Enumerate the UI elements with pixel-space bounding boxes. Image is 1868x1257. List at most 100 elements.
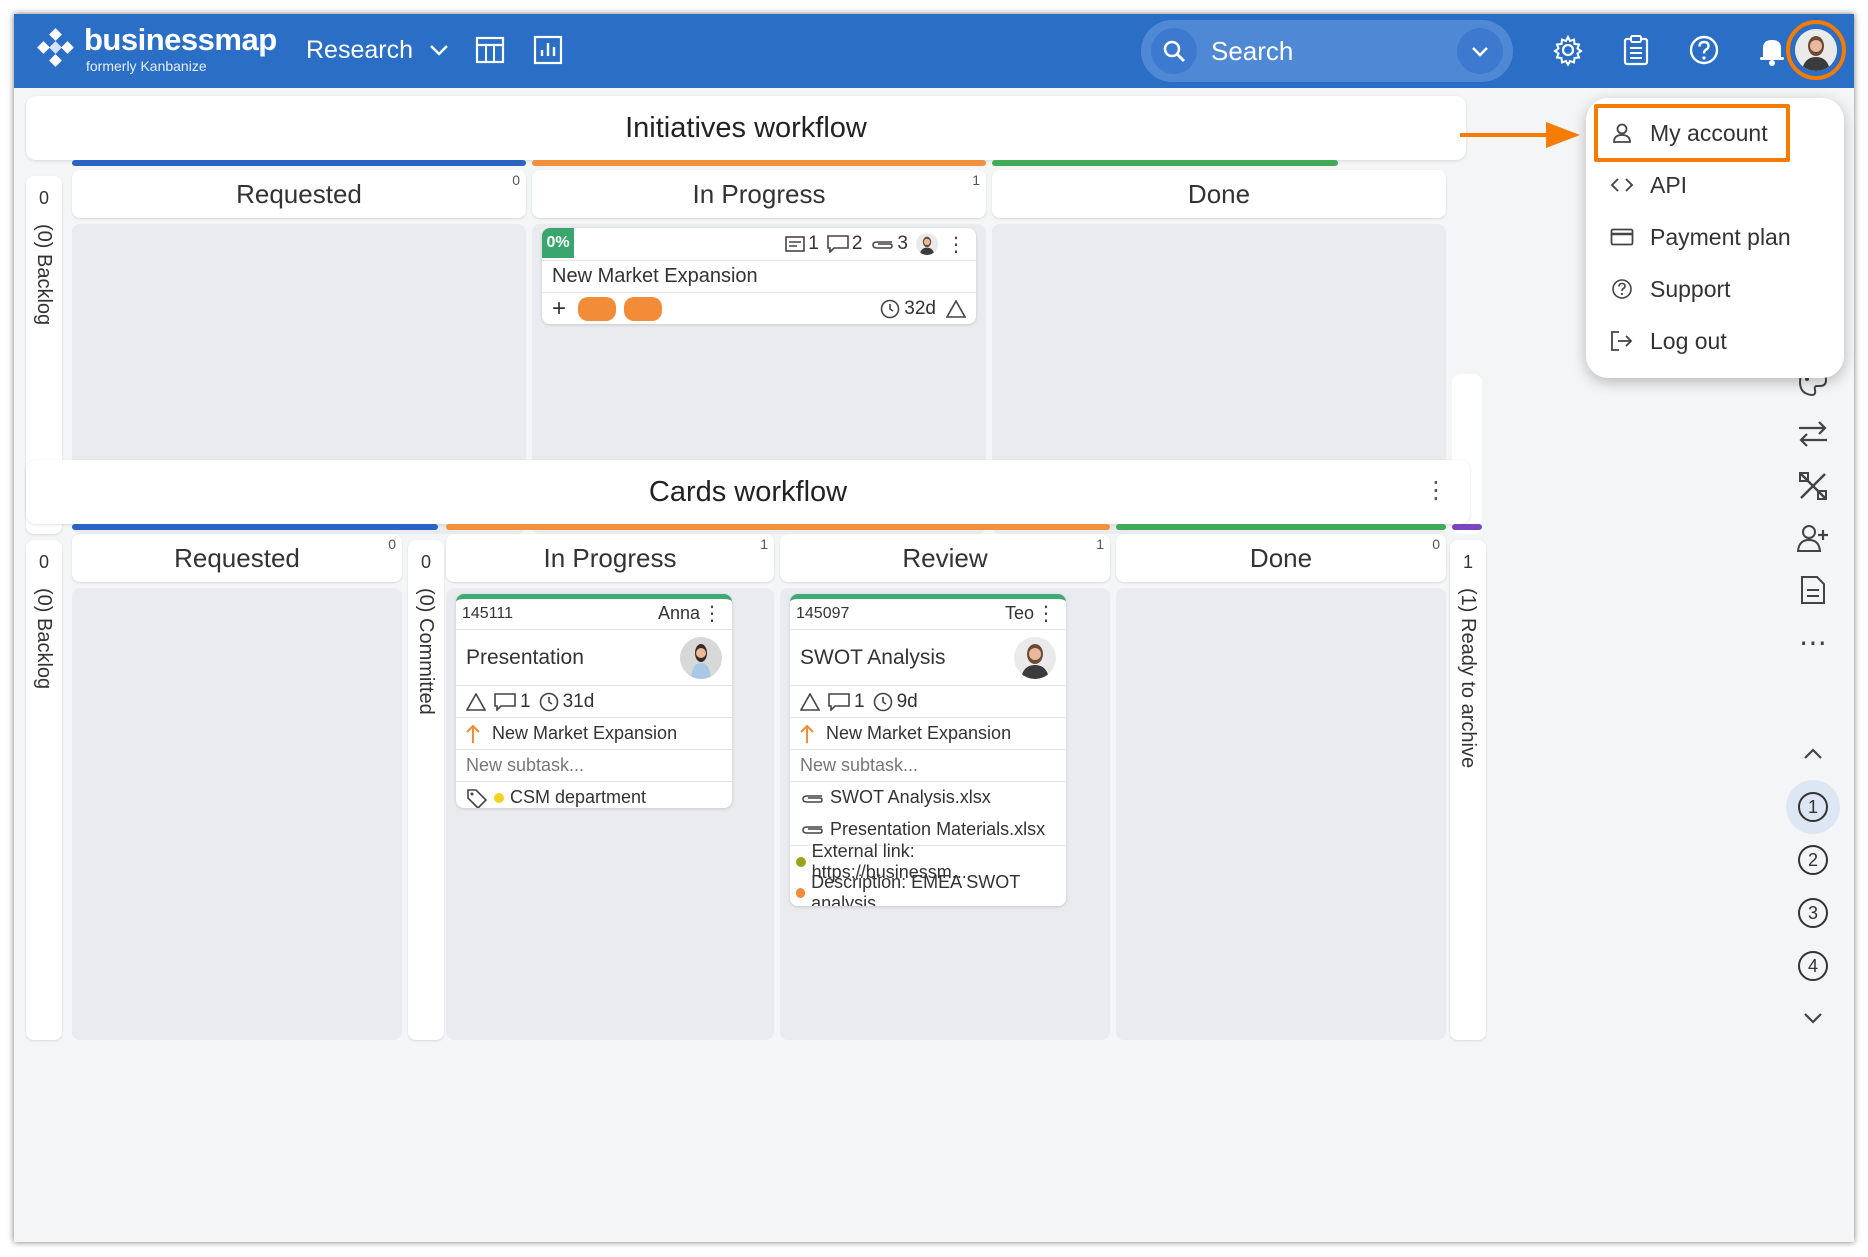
cards-workflow-title: Cards workflow — [648, 475, 848, 508]
cards-committed-count: 0 — [420, 552, 431, 572]
card-owner[interactable]: Anna — [658, 603, 700, 624]
search-box[interactable] — [1141, 20, 1513, 82]
priority-triangle-icon — [466, 692, 486, 711]
menu-item-my-account[interactable]: My account — [1602, 108, 1828, 158]
cards-column-requested[interactable]: Requested 0 — [72, 534, 402, 582]
workflow-menu-icon[interactable]: ⋮ — [1424, 476, 1448, 505]
level-2-label: 2 — [1798, 845, 1828, 875]
cards-column-review[interactable]: Review 1 — [780, 534, 1110, 582]
swap-arrows-icon[interactable] — [1793, 414, 1833, 454]
comments-count: 1 — [520, 690, 531, 712]
new-subtask-input[interactable]: New subtask... — [456, 749, 732, 781]
tag-pill[interactable] — [624, 296, 663, 321]
chevron-down-icon[interactable] — [1793, 998, 1833, 1038]
initiative-card[interactable]: 0% 1 2 3 ⋮ New Market Expansion + 32d — [542, 228, 976, 324]
tools-icon[interactable] — [1793, 466, 1833, 506]
priority-triangle-icon — [800, 692, 820, 711]
column-count: 1 — [760, 536, 768, 552]
board-table-icon[interactable] — [470, 30, 510, 70]
menu-item-log-out[interactable]: Log out — [1602, 316, 1828, 366]
cards-requested-area[interactable] — [72, 588, 402, 1040]
menu-item-payment-plan[interactable]: Payment plan — [1602, 212, 1828, 262]
column-title: In Progress — [692, 178, 826, 209]
search-input[interactable] — [1211, 32, 1431, 70]
level-2-button[interactable]: 2 — [1793, 840, 1833, 880]
level-1-button[interactable]: 1 — [1793, 787, 1833, 827]
cards-committed-label: (0) Committed — [415, 588, 437, 715]
card-menu-icon[interactable]: ⋮ — [1036, 601, 1056, 626]
cards-column-in-progress[interactable]: In Progress 1 — [446, 534, 774, 582]
task-card-swot[interactable]: 145097 Teo ⋮ SWOT Analysis 1 9d New Mark… — [790, 594, 1066, 906]
chevron-up-icon[interactable] — [1793, 734, 1833, 774]
tag-icon — [467, 788, 488, 808]
cards-backlog-column[interactable]: 0 (0) Backlog — [26, 540, 62, 1040]
clipboard-icon[interactable] — [1616, 30, 1656, 70]
parent-card-name: New Market Expansion — [826, 723, 1012, 743]
user-icon — [1602, 122, 1642, 144]
card-menu-icon[interactable]: ⋮ — [702, 601, 722, 626]
search-icon[interactable] — [1151, 28, 1197, 74]
card-avatar — [1014, 636, 1056, 679]
custom-field-row[interactable]: Description: EMEA SWOT analysis — [790, 872, 1066, 906]
search-options-chevron-icon[interactable] — [1457, 28, 1503, 74]
account-menu: My account API Payment plan Support Log … — [1586, 98, 1844, 378]
logo-subtitle: formerly Kanbanize — [86, 58, 207, 74]
card-id[interactable]: 145097 — [796, 605, 849, 623]
gear-icon[interactable] — [1548, 30, 1588, 70]
tag-pill[interactable] — [578, 296, 617, 321]
card-age: 32d — [904, 297, 936, 319]
column-count: 0 — [1432, 536, 1440, 552]
cards-committed-column[interactable]: 0 (0) Committed — [408, 540, 444, 1040]
task-card-presentation[interactable]: 145111 Anna ⋮ Presentation 1 31d New Mar… — [456, 594, 732, 808]
subtasks-stat[interactable]: 1 — [785, 233, 819, 255]
column-title: Done — [1249, 542, 1313, 573]
tag-row[interactable]: CSM department — [456, 781, 732, 808]
parent-link-row[interactable]: New Market Expansion — [790, 717, 1066, 749]
initiatives-requested-color-bar — [72, 160, 526, 166]
attachments-stat[interactable]: 3 — [870, 233, 908, 255]
cards-column-done[interactable]: Done 0 — [1116, 534, 1446, 582]
column-title: Requested — [174, 542, 300, 573]
new-subtask-placeholder: New subtask... — [800, 755, 919, 775]
initiatives-backlog-count: 0 — [38, 188, 49, 208]
add-user-icon[interactable] — [1793, 518, 1833, 558]
right-toolbar: ⋯ 1 2 3 4 — [1780, 350, 1846, 1240]
column-title: Done — [1187, 178, 1251, 209]
initiatives-column-requested[interactable]: Requested 0 — [72, 170, 526, 218]
attachment-row[interactable]: SWOT Analysis.xlsx — [790, 781, 1066, 813]
cards-done-area[interactable] — [1116, 588, 1446, 1040]
level-3-button[interactable]: 3 — [1793, 893, 1833, 933]
menu-item-api[interactable]: API — [1602, 160, 1828, 210]
level-4-button[interactable]: 4 — [1793, 946, 1833, 986]
card-stats-row: 1 31d — [456, 685, 732, 717]
card-id[interactable]: 145111 — [462, 605, 513, 623]
card-title-row[interactable]: SWOT Analysis — [790, 629, 1066, 685]
cards-archive-label: (1) Ready to archive — [1457, 588, 1479, 769]
initiatives-column-in-progress[interactable]: In Progress 1 — [532, 170, 986, 218]
attachments-count: 3 — [897, 233, 908, 254]
parent-link-row[interactable]: New Market Expansion — [456, 717, 732, 749]
menu-item-label: My account — [1650, 119, 1768, 146]
analytics-icon[interactable] — [528, 30, 568, 70]
help-icon[interactable] — [1684, 30, 1724, 70]
logout-icon — [1602, 330, 1642, 352]
custom-field-value: Description: EMEA SWOT analysis — [811, 872, 1020, 906]
card-menu-icon[interactable]: ⋮ — [946, 232, 966, 257]
logo-icon[interactable] — [34, 28, 76, 70]
card-owner[interactable]: Teo — [1005, 603, 1034, 624]
more-icon[interactable]: ⋯ — [1793, 622, 1833, 662]
cards-ready-to-archive-column[interactable]: 1 (1) Ready to archive — [1450, 540, 1486, 1040]
card-title-text: New Market Expansion — [552, 265, 758, 287]
logo-text[interactable]: businessmap — [84, 22, 277, 58]
initiatives-column-done[interactable]: Done — [992, 170, 1446, 218]
comments-stat[interactable]: 2 — [827, 233, 862, 255]
new-subtask-input[interactable]: New subtask... — [790, 749, 1066, 781]
add-icon[interactable]: + — [552, 295, 566, 323]
card-title-row[interactable]: Presentation — [456, 629, 732, 685]
menu-item-support[interactable]: Support — [1602, 264, 1828, 314]
initiative-card-title[interactable]: New Market Expansion — [542, 260, 976, 292]
initiatives-inprogress-color-bar — [532, 160, 986, 166]
workspace-selector[interactable]: Research — [306, 30, 449, 70]
document-icon[interactable] — [1793, 570, 1833, 610]
user-avatar-button[interactable] — [1786, 20, 1846, 80]
